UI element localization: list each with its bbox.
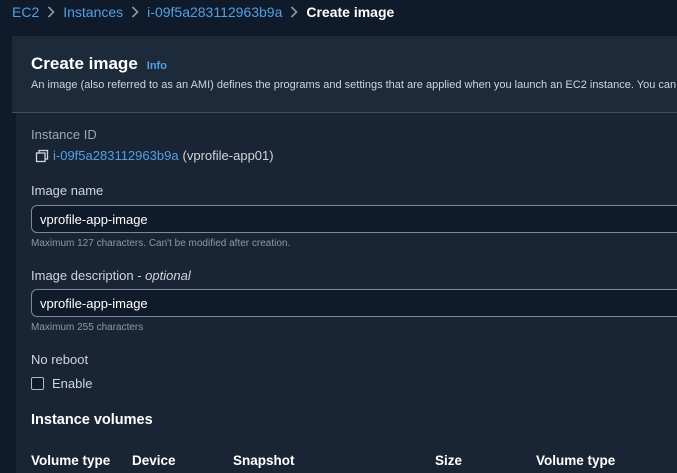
optional-label: optional xyxy=(145,268,191,283)
create-image-panel: Create image Info An image (also referre… xyxy=(12,36,677,473)
no-reboot-checkbox[interactable] xyxy=(31,377,44,390)
chevron-right-icon xyxy=(47,6,55,18)
image-description-input[interactable] xyxy=(31,289,677,317)
no-reboot-label: No reboot xyxy=(31,352,89,367)
image-description-label: Image description - optional xyxy=(31,268,191,283)
image-description-label-text: Image description - xyxy=(31,268,146,283)
breadcrumb: EC2 Instances i-09f5a283112963b9a Create… xyxy=(12,0,394,24)
image-name-label: Image name xyxy=(31,183,104,198)
breadcrumb-ec2-link[interactable]: EC2 xyxy=(12,4,39,20)
page-title: Create image xyxy=(31,54,138,73)
image-name-input[interactable] xyxy=(31,205,677,233)
instance-name: (vprofile-app01) xyxy=(182,148,274,163)
instance-id-label: Instance ID xyxy=(31,127,97,142)
copy-icon[interactable] xyxy=(35,149,49,163)
column-header-volume-type: Volume type xyxy=(31,453,111,468)
breadcrumb-instances-link[interactable]: Instances xyxy=(63,4,123,20)
page-description: An image (also referred to as an AMI) de… xyxy=(31,79,677,91)
column-header-snapshot: Snapshot xyxy=(233,453,295,468)
page-title-row: Create image Info xyxy=(31,54,167,74)
instance-id-link[interactable]: i-09f5a283112963b9a xyxy=(53,148,179,163)
no-reboot-checkbox-label: Enable xyxy=(52,376,93,391)
image-name-hint: Maximum 127 characters. Can't be modifie… xyxy=(31,238,291,249)
panel-header: Create image Info An image (also referre… xyxy=(12,36,677,113)
instance-volumes-title: Instance volumes xyxy=(31,412,153,428)
info-link[interactable]: Info xyxy=(147,60,167,72)
breadcrumb-current: Create image xyxy=(306,4,395,20)
column-header-volume-type-2: Volume type xyxy=(536,453,616,468)
chevron-right-icon xyxy=(290,6,299,18)
breadcrumb-instance-link[interactable]: i-09f5a283112963b9a xyxy=(147,4,282,20)
column-header-size: Size xyxy=(435,453,463,468)
chevron-right-icon xyxy=(131,6,139,18)
instance-id-value: i-09f5a283112963b9a (vprofile-app01) xyxy=(35,148,274,163)
image-description-hint: Maximum 255 characters xyxy=(31,322,144,333)
no-reboot-enable[interactable]: Enable xyxy=(31,376,92,391)
column-header-device: Device xyxy=(132,453,176,468)
